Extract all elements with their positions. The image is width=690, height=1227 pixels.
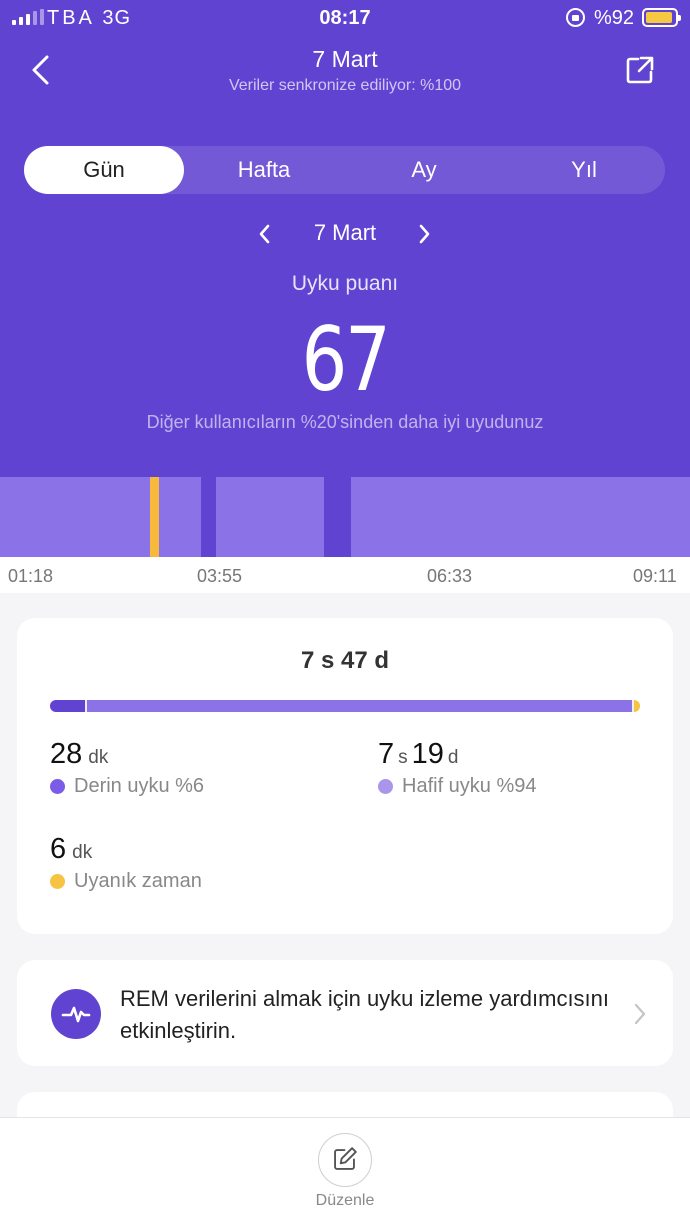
timeline-tick: 01:18: [8, 566, 54, 586]
awake-bar-segment: [634, 700, 640, 712]
edit-icon: [334, 1147, 357, 1170]
sleep-stage-timeline[interactable]: [0, 477, 690, 557]
sleep-score-label: Uyku puanı: [291, 272, 399, 295]
period-tabs: Gün Hafta Ay Yıl: [24, 146, 665, 194]
deep-sleep-segment: [324, 477, 351, 557]
battery-icon: [642, 8, 681, 27]
deep-sleep-bar-segment: [50, 700, 86, 712]
light-sleep-stat: 7 s 19 d Hafif uyku %94: [378, 738, 537, 797]
tab-month[interactable]: Ay: [344, 146, 504, 194]
total-sleep-duration: 7 s 47 d: [300, 647, 390, 674]
timeline-tick: 03:55: [197, 566, 243, 586]
rem-promo-card[interactable]: REM verilerini almak için uyku izleme ya…: [17, 960, 673, 1066]
edit-button[interactable]: [318, 1133, 372, 1187]
heartbeat-icon: [51, 989, 101, 1039]
next-day-chevron-icon[interactable]: [414, 222, 434, 246]
deep-sleep-legend-dot: [50, 779, 65, 794]
awake-time-stat: 6 dk Uyanık zaman: [50, 833, 202, 892]
bottom-toolbar: Düzenle: [0, 1117, 690, 1227]
date-navigator: 7 Mart: [0, 218, 690, 250]
chevron-right-icon: [634, 1003, 646, 1025]
deep-sleep-stat: 28 dk Derin uyku %6: [50, 738, 205, 797]
sleep-breakdown-bar: [50, 700, 640, 712]
sleep-score-value: 67: [301, 308, 391, 411]
header: TBA 3G 08:17 %92 7 Mart Veriler senkroni…: [0, 0, 690, 477]
edit-label: Düzenle: [315, 1192, 375, 1209]
light-sleep-bar-segment: [87, 700, 633, 712]
battery-percentage: %92: [594, 7, 635, 29]
tab-day[interactable]: Gün: [24, 146, 184, 194]
deep-sleep-segment: [201, 477, 216, 557]
timeline-tick: 09:11: [633, 566, 677, 586]
awake-segment: [150, 477, 159, 557]
sleep-score-comparison: Diğer kullanıcıların %20'sinden daha iyi…: [146, 412, 544, 432]
awake-legend-dot: [50, 874, 65, 889]
timeline-axis: 01:18 03:55 06:33 09:11: [0, 557, 690, 593]
tab-year[interactable]: Yıl: [504, 146, 664, 194]
status-bar: TBA 3G 08:17 %92: [0, 0, 690, 36]
selected-date: 7 Mart: [313, 220, 377, 245]
status-time: 08:17: [319, 7, 371, 29]
timeline-tick: 06:33: [427, 566, 473, 586]
tab-week[interactable]: Hafta: [184, 146, 344, 194]
page-title: 7 Mart: [312, 46, 378, 72]
sync-status: Veriler senkronize ediliyor: %100: [228, 77, 462, 94]
light-sleep-legend-dot: [378, 779, 393, 794]
orientation-lock-icon: [566, 8, 585, 27]
share-icon[interactable]: [622, 52, 658, 88]
rem-promo-text: REM verilerini almak için uyku izleme ya…: [120, 986, 610, 1043]
sleep-summary-card: 7 s 47 d 28 dk Derin uyku %6 7 s 19 d Hafif …: [17, 618, 673, 934]
